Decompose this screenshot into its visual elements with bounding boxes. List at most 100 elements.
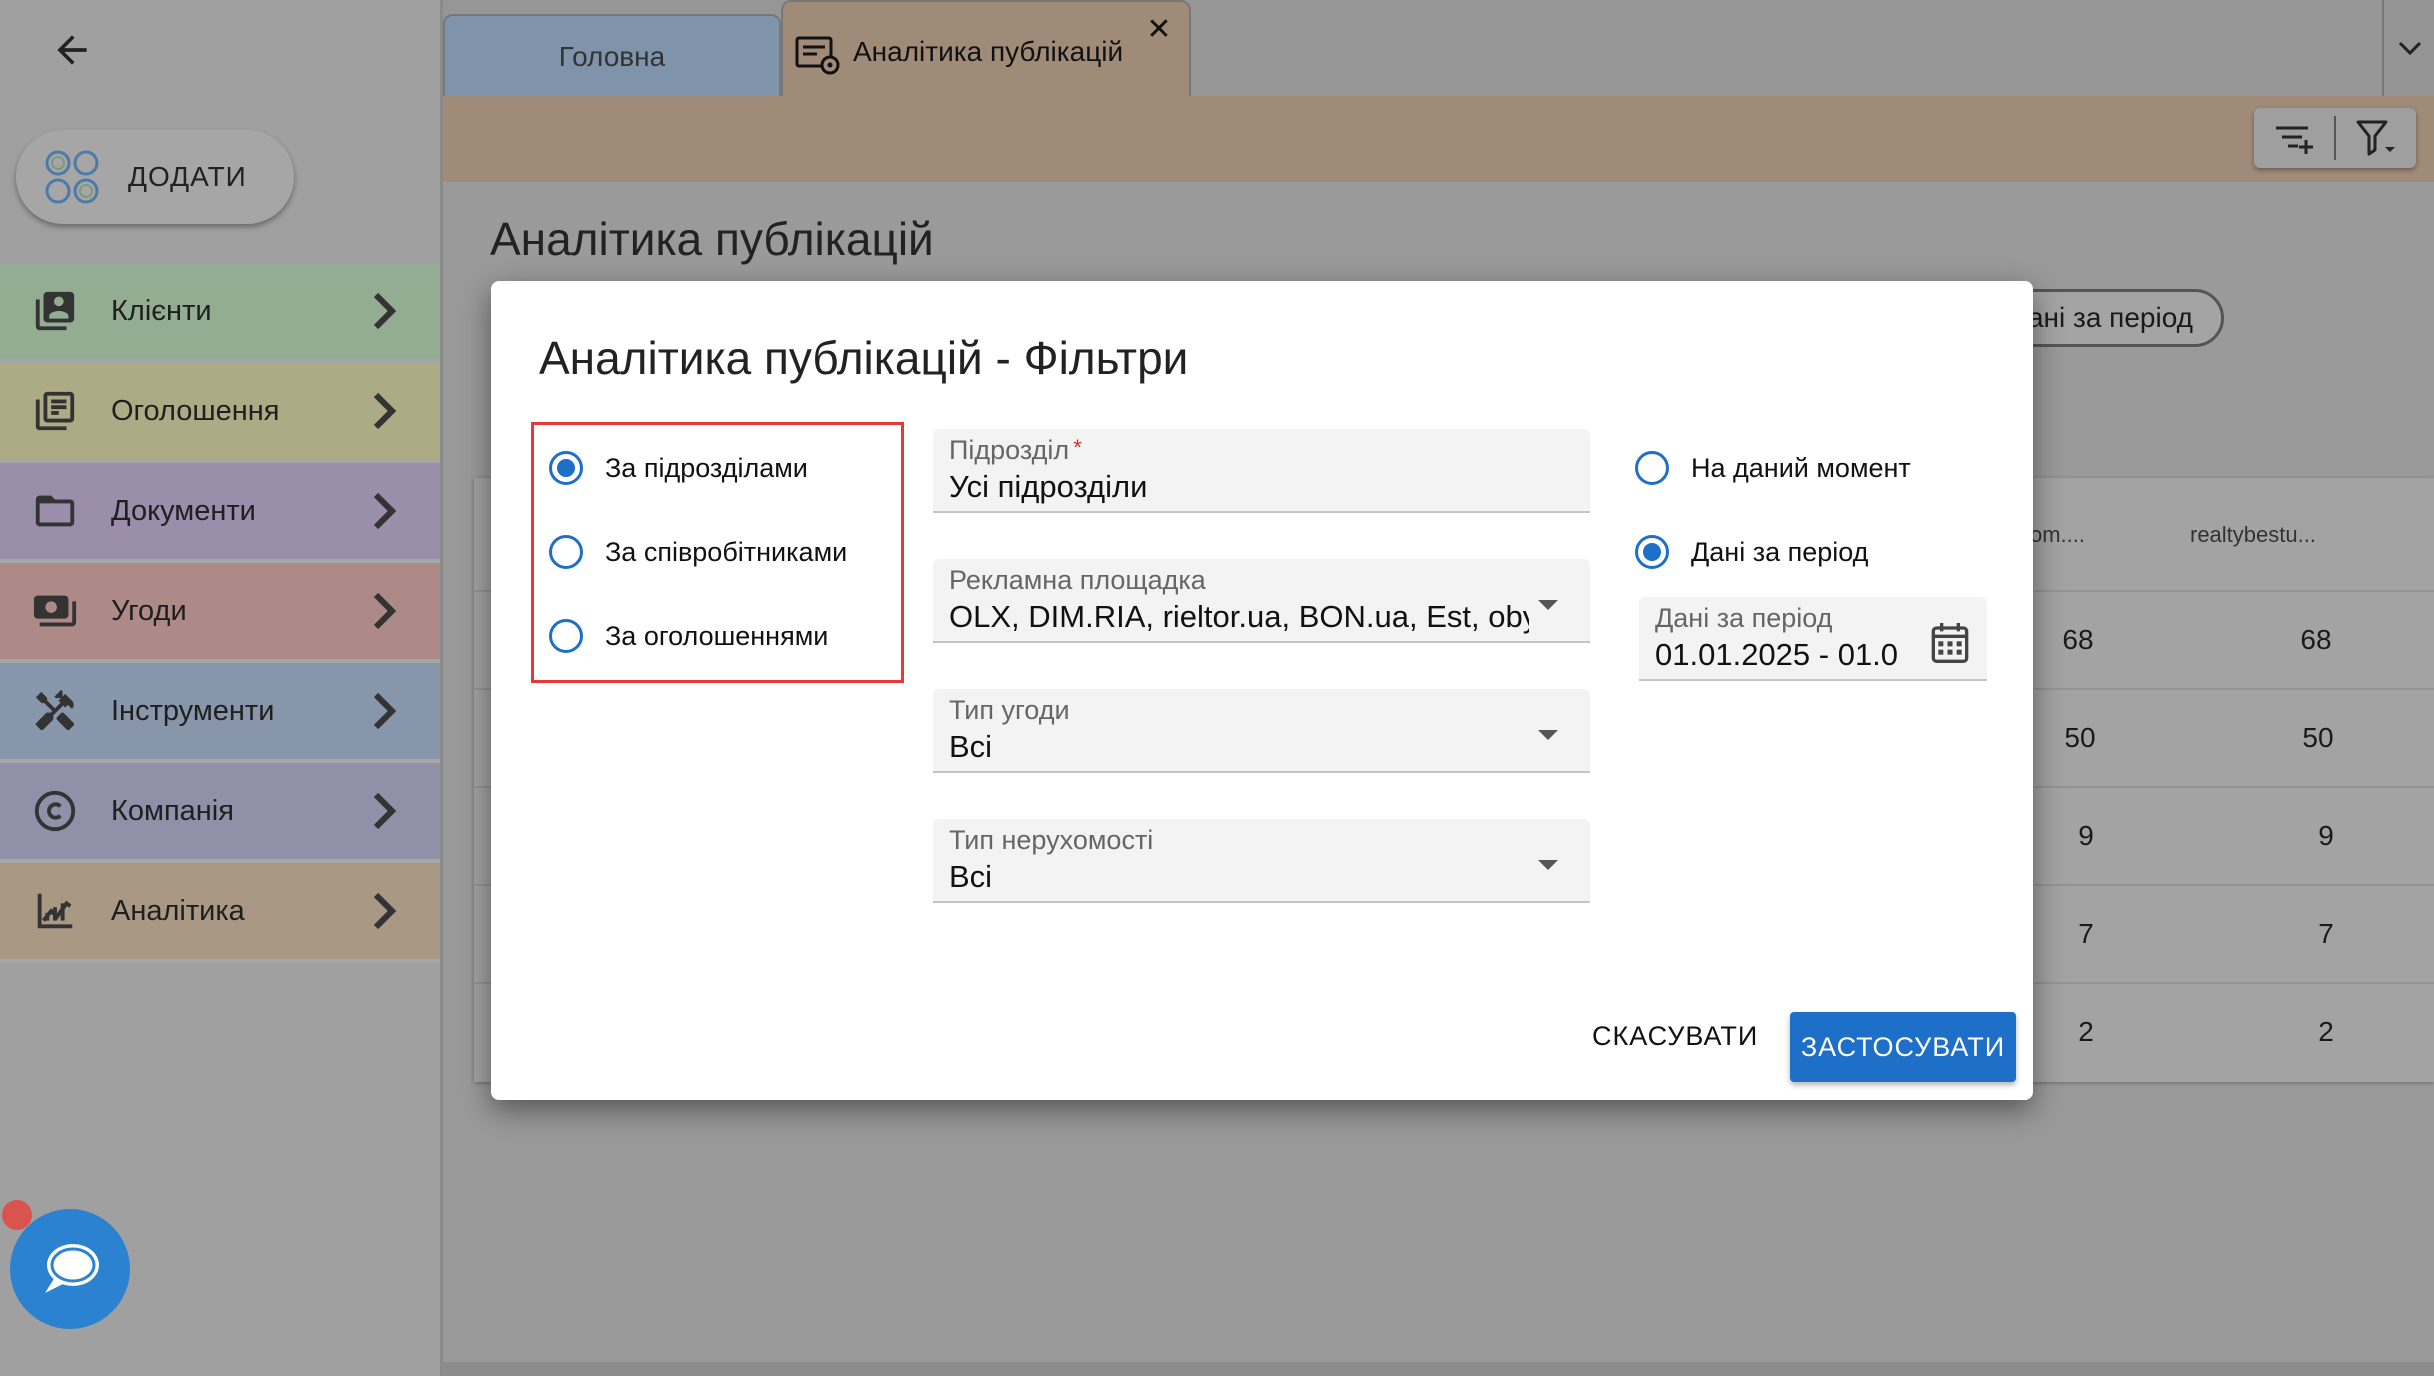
radio-current-moment[interactable]: На даний момент — [1635, 451, 1911, 485]
ad-platform-select[interactable]: Рекламна площадка OLX, DIM.RIA, rieltor.… — [933, 559, 1590, 643]
field-label: Тип нерухомості — [949, 825, 1154, 855]
radio-label: За оголошеннями — [605, 620, 829, 651]
sidebar-item-deals[interactable]: Угоди — [0, 563, 440, 663]
contacts-icon — [35, 291, 75, 331]
property-type-select[interactable]: Тип нерухомості Всі — [933, 819, 1590, 903]
field-label: Рекламна площадка — [949, 565, 1206, 595]
radio-by-employee[interactable]: За співробітниками — [549, 535, 847, 569]
calendar-icon[interactable] — [1930, 621, 1970, 665]
sidebar-item-label: Аналітика — [111, 894, 245, 927]
cash-icon — [33, 595, 77, 627]
tabs-dropdown-button[interactable] — [2382, 0, 2434, 96]
table-cell: 50 — [2064, 722, 2096, 753]
listing-icon — [35, 391, 75, 431]
radio-by-listing[interactable]: За оголошеннями — [549, 619, 828, 653]
table-cell: 2 — [2078, 1016, 2094, 1047]
sidebar: ДОДАТИ Клієнти Оголошення Документи Угод… — [0, 0, 443, 1376]
chat-button[interactable] — [10, 1209, 130, 1329]
sidebar-item-label: Оголошення — [111, 394, 280, 427]
sidebar-item-documents[interactable]: Документи — [0, 463, 440, 563]
filter-list-add-icon — [2276, 126, 2313, 154]
radio-button[interactable] — [1635, 535, 1669, 569]
field-label: Тип угоди — [949, 695, 1070, 725]
filters-dialog: Аналітика публікацій - Фільтри За підроз… — [491, 281, 2033, 1100]
period-date-value: 01.01.2025 - 01.0 — [1655, 637, 1899, 672]
dropdown-arrow-icon — [1538, 860, 1558, 870]
table-cell: 7 — [2078, 918, 2094, 949]
sidebar-item-analytics[interactable]: Аналітика — [0, 863, 440, 963]
tab-toolbar — [443, 96, 2434, 182]
table-cell: 68 — [2300, 624, 2332, 655]
chevron-down-icon — [2398, 41, 2422, 56]
add-grid-icon — [45, 150, 99, 204]
close-icon[interactable]: ✕ — [1145, 15, 1173, 45]
dropdown-arrow-icon — [1538, 600, 1558, 610]
property-type-value: Всі — [949, 859, 993, 894]
division-value: Усі підрозділи — [949, 469, 1148, 504]
add-filter-button[interactable] — [2254, 108, 2334, 168]
add-button[interactable]: ДОДАТИ — [16, 130, 294, 224]
radio-button[interactable] — [549, 619, 583, 653]
sidebar-item-company[interactable]: Компанія — [0, 763, 440, 863]
table-column-header: om.... — [2030, 522, 2086, 547]
table-cell: 68 — [2062, 624, 2094, 655]
filter-icon — [2356, 120, 2395, 156]
report-icon — [795, 36, 840, 75]
division-field[interactable]: Підрозділ * Усі підрозділи — [933, 429, 1590, 513]
add-button-label: ДОДАТИ — [128, 161, 247, 192]
table-cell: 9 — [2318, 820, 2334, 851]
tab-home[interactable]: Головна — [443, 14, 781, 100]
radio-button[interactable] — [1635, 451, 1669, 485]
chevron-right-icon — [373, 692, 397, 730]
chevron-right-icon — [373, 792, 397, 830]
radio-label: Дані за період — [1691, 536, 1869, 567]
folder-icon — [35, 495, 75, 527]
table-cell: 50 — [2302, 722, 2334, 753]
table-column-header: realtybestu... — [2190, 522, 2316, 547]
dropdown-arrow-icon — [1538, 730, 1558, 740]
radio-label: За співробітниками — [605, 536, 848, 567]
radio-by-division[interactable]: За підрозділами — [549, 451, 808, 485]
table-cell: 2 — [2318, 1016, 2334, 1047]
sidebar-item-tools[interactable]: Інструменти — [0, 663, 440, 763]
period-data-button-label: ані за період — [2027, 302, 2193, 333]
radio-button[interactable] — [549, 451, 583, 485]
notification-dot — [2, 1200, 32, 1230]
radio-label: На даний момент — [1691, 452, 1911, 483]
chevron-right-icon — [373, 592, 397, 630]
tools-icon — [35, 689, 75, 731]
filter-menu-button[interactable] — [2336, 108, 2416, 168]
radio-period-data[interactable]: Дані за період — [1635, 535, 1868, 569]
sidebar-item-label: Інструменти — [111, 694, 275, 727]
deal-type-value: Всі — [949, 729, 993, 764]
arrow-left-icon — [57, 35, 87, 65]
sidebar-item-clients[interactable]: Клієнти — [0, 263, 440, 363]
chat-icon — [45, 1244, 99, 1293]
back-button[interactable] — [44, 22, 100, 78]
division-label: Підрозділ — [949, 435, 1070, 465]
tab-active-label: Аналітика публікацій — [853, 36, 1124, 67]
deal-type-select[interactable]: Тип угоди Всі — [933, 689, 1590, 773]
tab-publication-analytics[interactable]: Аналітика публікацій ✕ — [781, 0, 1191, 98]
sidebar-item-label: Клієнти — [111, 294, 212, 327]
table-cell: 9 — [2078, 820, 2094, 851]
cancel-button[interactable]: СКАСУВАТИ — [1592, 1021, 1758, 1052]
field-label: Підрозділ * — [949, 435, 1082, 466]
sidebar-item-label: Компанія — [111, 794, 234, 827]
horizontal-scrollbar[interactable] — [443, 1362, 2434, 1376]
field-label: Дані за період — [1655, 603, 1833, 633]
analytics-icon — [37, 893, 73, 929]
sidebar-item-label: Документи — [111, 494, 256, 527]
page-title: Аналітика публікацій — [490, 213, 934, 265]
apply-button[interactable]: ЗАСТОСУВАТИ — [1790, 1012, 2016, 1082]
radio-button[interactable] — [549, 535, 583, 569]
copyright-icon — [34, 790, 76, 832]
table-cell: 7 — [2318, 918, 2334, 949]
toolbar-actions — [2254, 108, 2416, 168]
chevron-right-icon — [373, 292, 397, 330]
chevron-right-icon — [373, 492, 397, 530]
sidebar-item-label: Угоди — [111, 594, 187, 627]
chevron-right-icon — [373, 392, 397, 430]
sidebar-item-listings[interactable]: Оголошення — [0, 363, 440, 463]
chevron-right-icon — [373, 892, 397, 930]
